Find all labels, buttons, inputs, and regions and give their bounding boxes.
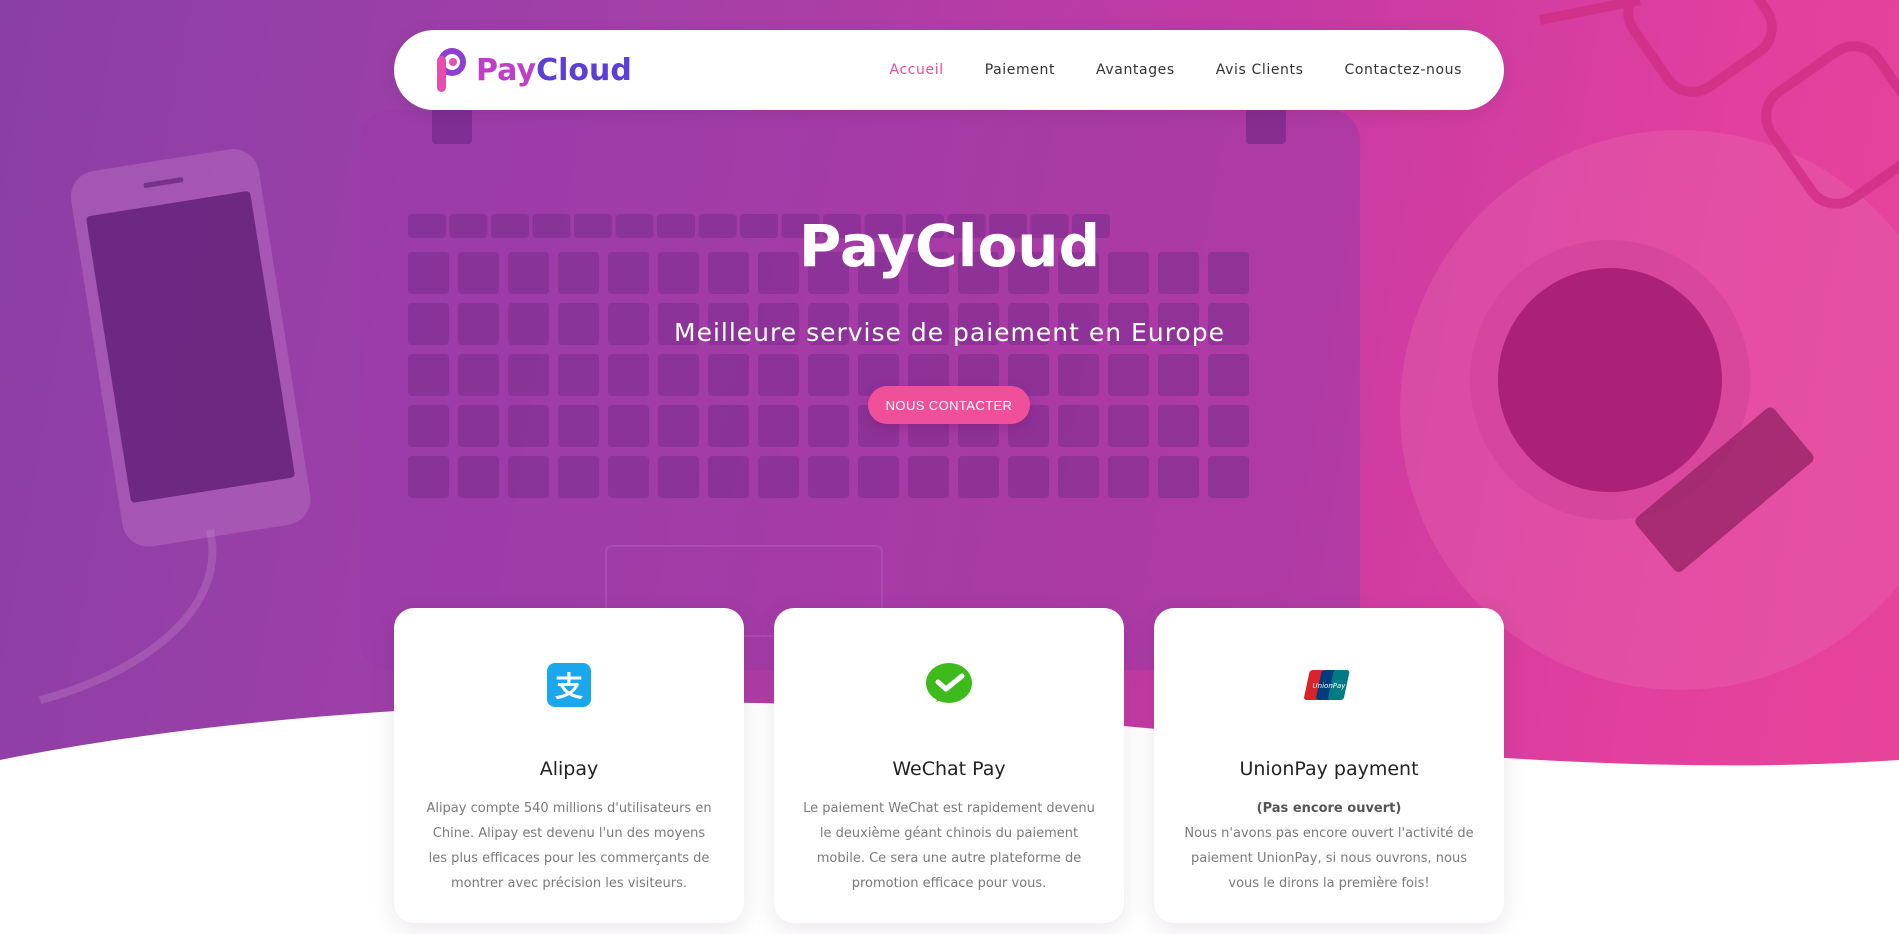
paycloud-logo[interactable]: PayCloud <box>430 44 632 96</box>
svg-text:UnionPay: UnionPay <box>1313 682 1347 690</box>
unionpay-card-body: (Pas encore ouvert) Nous n'avons pas enc… <box>1182 796 1476 896</box>
unionpay-card: UnionPay UnionPay payment (Pas encore ou… <box>1154 608 1504 923</box>
nav-link-accueil[interactable]: Accueil <box>890 62 944 78</box>
hero-title: PayCloud <box>798 212 1101 280</box>
unionpay-card-text: Nous n'avons pas encore ouvert l'activit… <box>1184 826 1474 891</box>
nav-link-avis-clients[interactable]: Avis Clients <box>1216 62 1304 78</box>
alipay-card-body: Alipay compte 540 millions d'utilisateur… <box>426 801 712 891</box>
unionpay-card-note: (Pas encore ouvert) <box>1256 801 1402 816</box>
logo-text-pay: Pay <box>476 52 537 88</box>
unionpay-card-title: UnionPay payment <box>1239 758 1419 780</box>
paycloud-logo-text: PayCloud <box>476 53 632 88</box>
wechat-pay-icon <box>926 663 972 703</box>
hero-subtitle: Meilleure servise de paiement en Europe <box>674 318 1225 347</box>
alipay-card: 支 Alipay Alipay compte 540 millions d'ut… <box>394 608 744 923</box>
logo-text-cloud: Cloud <box>536 52 632 88</box>
wechat-pay-card-body: Le paiement WeChat est rapidement devenu… <box>803 801 1095 891</box>
nav-links: Accueil Paiement Avantages Avis Clients … <box>890 62 1462 78</box>
svg-text:支: 支 <box>555 670 583 703</box>
navbar: PayCloud Accueil Paiement Avantages Avis… <box>394 30 1504 110</box>
wechat-pay-card-title: WeChat Pay <box>892 758 1006 780</box>
paycloud-logo-icon <box>437 48 466 92</box>
nav-link-avantages[interactable]: Avantages <box>1096 62 1175 78</box>
alipay-icon: 支 <box>547 663 591 707</box>
wechat-pay-card: WeChat Pay Le paiement WeChat est rapide… <box>774 608 1124 923</box>
unionpay-icon: UnionPay <box>1304 670 1350 700</box>
nav-link-paiement[interactable]: Paiement <box>985 62 1055 78</box>
nav-link-contactez-nous[interactable]: Contactez-nous <box>1345 62 1463 78</box>
contact-us-button[interactable]: NOUS CONTACTER <box>868 386 1030 424</box>
alipay-card-title: Alipay <box>539 758 599 780</box>
